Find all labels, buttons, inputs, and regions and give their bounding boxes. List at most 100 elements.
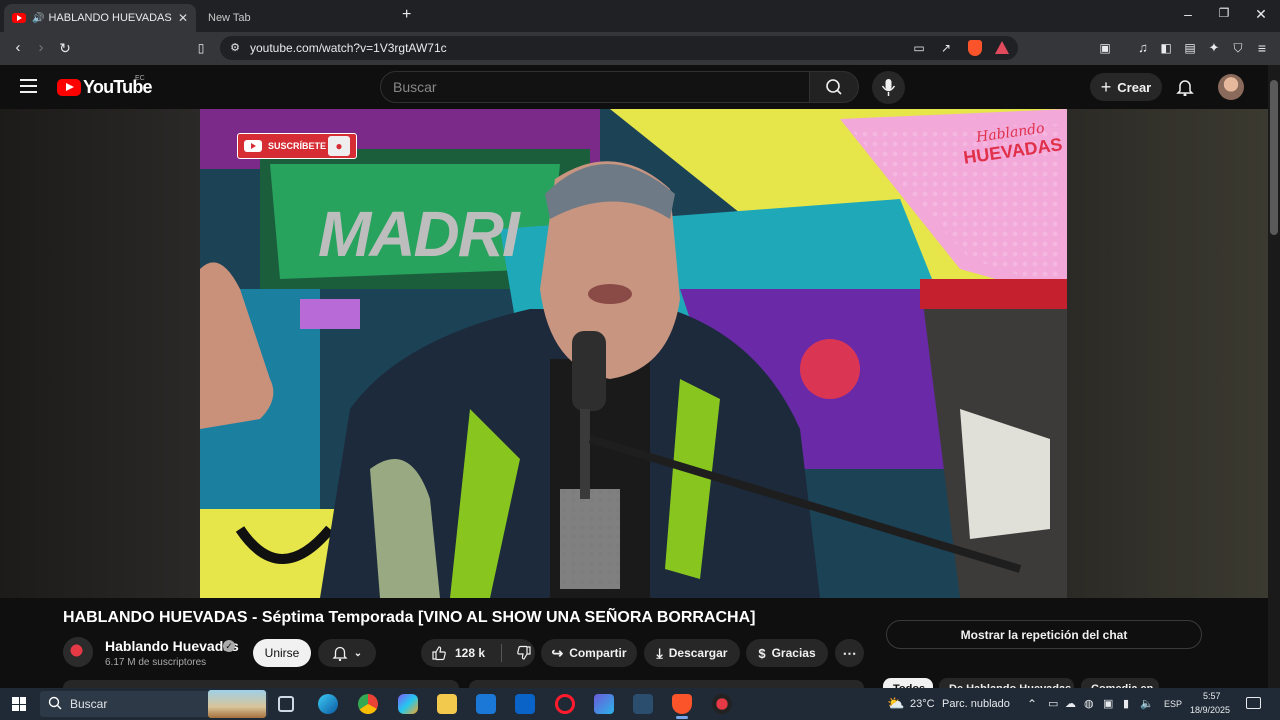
create-label: Crear (1117, 79, 1152, 95)
menu-icon[interactable]: ≡ (1253, 40, 1271, 56)
microphone-icon (881, 79, 896, 96)
weather-temp[interactable]: 23°C (910, 698, 935, 710)
search-input[interactable]: Buscar (380, 71, 810, 103)
divider (501, 644, 503, 662)
voice-search-button[interactable] (872, 71, 905, 104)
brave-browser-icon[interactable] (672, 694, 692, 714)
tab-title: HABLANDO HUEVADAS - Sé (48, 12, 172, 24)
leo-ai-icon[interactable]: ✦ (1205, 40, 1223, 56)
clock-date[interactable]: 18/9/2025 (1190, 705, 1230, 715)
like-button[interactable]: 128 k (431, 645, 485, 661)
set-sign-text: MADRI (318, 198, 520, 270)
app-window-icon[interactable] (633, 694, 653, 714)
windows-start-icon[interactable] (12, 697, 26, 711)
thanks-button[interactable]: $ Gracias (746, 639, 828, 667)
opera-icon[interactable] (555, 694, 575, 714)
new-tab-button[interactable]: + (402, 6, 411, 24)
store-icon[interactable] (476, 694, 496, 714)
search-button[interactable] (809, 71, 859, 103)
bookmark-icon[interactable]: ▯ (192, 40, 210, 56)
tab-new-tab[interactable]: New Tab (200, 4, 380, 32)
wallet-icon[interactable]: ▤ (1181, 40, 1199, 56)
weather-description[interactable]: Parc. nublado (942, 698, 1010, 710)
comment-preview-box[interactable] (469, 680, 864, 688)
share-button[interactable]: ↪ Compartir (541, 639, 637, 667)
outlook-icon[interactable] (515, 694, 535, 714)
reload-icon[interactable]: ↻ (56, 40, 74, 56)
url-text: youtube.com/watch?v=1V3rgtAW71c (250, 41, 447, 55)
youtube-logo-icon[interactable] (57, 79, 81, 96)
forward-arrow-icon[interactable]: › (32, 40, 50, 56)
like-dislike-group: 128 k (421, 639, 535, 667)
video-player[interactable]: SUSCRÍBETE ● Hablando HUEVADAS MADRI (200, 109, 1067, 598)
media-icon[interactable]: ♫ (1134, 40, 1152, 56)
account-avatar[interactable] (1218, 74, 1244, 100)
sidebar-icon[interactable]: ◧ (1157, 40, 1175, 56)
more-actions-button[interactable]: ⋯ (835, 639, 864, 667)
notification-center-icon[interactable] (1246, 697, 1261, 709)
tray-chevron-up-icon[interactable]: ⌃ (1027, 697, 1037, 711)
verified-check-icon: ✓ (223, 640, 235, 652)
app-circle-icon[interactable] (712, 694, 732, 714)
show-chat-replay-button[interactable]: Mostrar la repetición del chat (886, 620, 1202, 649)
guide-menu-icon[interactable] (20, 79, 37, 93)
close-window-button[interactable]: ✕ (1251, 6, 1271, 23)
brave-rewards-icon[interactable] (995, 41, 1009, 54)
microphone-tray-icon[interactable]: ▮ (1123, 697, 1129, 710)
chrome-icon[interactable] (358, 694, 378, 714)
file-explorer-icon[interactable] (437, 694, 457, 714)
youtube-favicon-icon (12, 13, 26, 23)
channel-name[interactable]: Hablando Huevadas (105, 638, 239, 654)
bell-icon (332, 646, 348, 661)
thanks-label: Gracias (771, 646, 816, 660)
play-icon (244, 140, 262, 152)
task-view-icon[interactable] (278, 696, 294, 712)
video-title: HABLANDO HUEVADAS - Séptima Temporada [V… (63, 609, 756, 626)
thumbs-up-icon (432, 646, 446, 661)
tray-globe-icon[interactable]: ◍ (1084, 697, 1094, 710)
video-frame (200, 109, 1067, 598)
brave-shields-icon[interactable] (968, 40, 982, 56)
edge-icon[interactable] (318, 694, 338, 714)
onedrive-icon[interactable]: ☁ (1065, 697, 1076, 710)
super-thanks-icon: $ (758, 645, 766, 661)
app-icon[interactable] (594, 694, 614, 714)
more-horizontal-icon: ⋯ (842, 644, 857, 661)
tab-youtube-video[interactable]: 🔊 HABLANDO HUEVADAS - Sé ✕ (4, 4, 196, 32)
copilot-icon[interactable] (398, 694, 418, 714)
weather-icon[interactable]: ⛅ (887, 695, 904, 712)
region-code: EC (135, 75, 145, 82)
share-label: Compartir (569, 646, 627, 660)
back-arrow-icon[interactable]: ‹ (9, 40, 27, 56)
dislike-button[interactable] (516, 645, 532, 661)
volume-icon[interactable]: 🔈 (1140, 697, 1154, 710)
vpn-icon[interactable]: ⛉ (1229, 40, 1247, 56)
active-app-indicator (676, 716, 688, 719)
share-page-icon[interactable]: ↗ (937, 40, 955, 56)
audio-playing-icon[interactable]: 🔊 (32, 13, 44, 24)
channel-avatar[interactable] (63, 637, 93, 667)
cast-icon[interactable]: ▭ (910, 40, 928, 56)
description-box[interactable] (63, 680, 459, 688)
reader-mode-icon[interactable]: ▣ (1096, 40, 1114, 56)
minimize-button[interactable]: – (1178, 6, 1198, 22)
tab-close-icon[interactable]: ✕ (178, 11, 188, 25)
clock-time[interactable]: 5:57 (1203, 691, 1221, 701)
tray-app-icon[interactable]: ▭ (1048, 697, 1058, 710)
search-magnifier-icon (48, 696, 62, 715)
maximize-button[interactable]: ❐ (1214, 6, 1234, 20)
scrollbar-thumb[interactable] (1270, 80, 1278, 235)
site-info-icon[interactable]: ⚙ (226, 40, 244, 56)
download-label: Descargar (668, 646, 728, 660)
subscription-bell-button[interactable]: ⌄ (318, 639, 376, 667)
network-icon[interactable]: ▣ (1103, 697, 1113, 710)
download-button[interactable]: ⤓ Descargar (644, 639, 740, 667)
input-language[interactable]: ESP (1164, 699, 1182, 709)
plus-icon: + (1100, 76, 1112, 97)
create-button[interactable]: + Crear (1090, 73, 1162, 101)
notifications-bell-icon[interactable] (1176, 78, 1194, 101)
join-button[interactable]: Unirse (253, 639, 311, 667)
share-icon: ↪ (551, 644, 564, 661)
chevron-down-icon: ⌄ (353, 647, 363, 659)
overlay-subscribe-text: SUSCRÍBETE (268, 141, 327, 151)
